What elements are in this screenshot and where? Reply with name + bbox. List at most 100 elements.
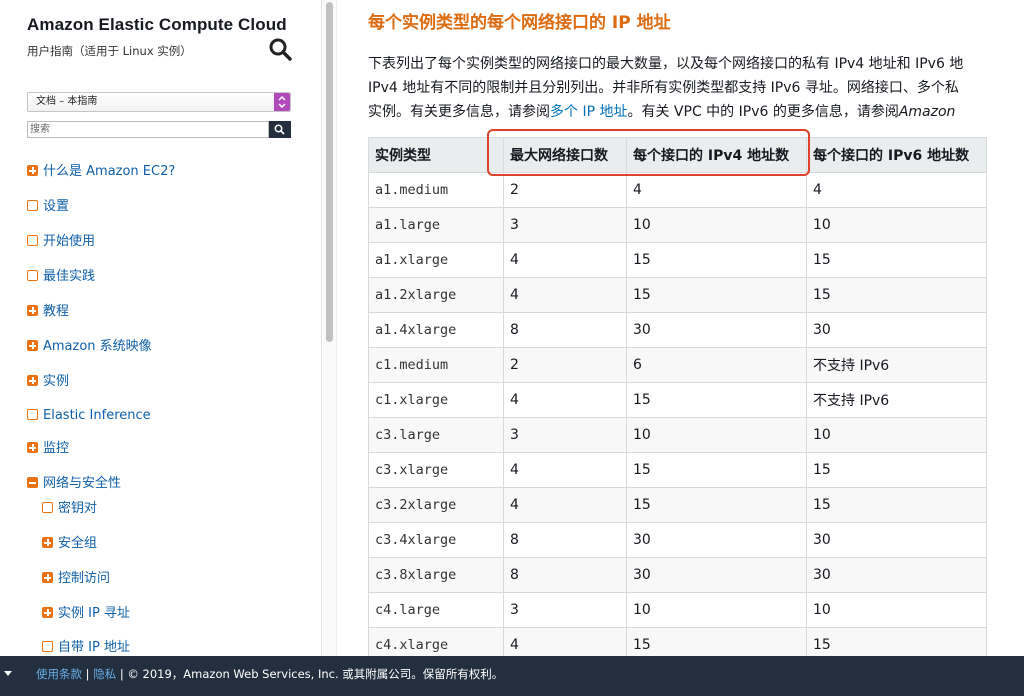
main-content: 每个实例类型的每个网络接口的 IP 地址 下表列出了每个实例类型的网络接口的最大… — [337, 0, 1024, 656]
nav-item-security-groups[interactable]: 安全组 — [42, 534, 97, 554]
cell-instance-type: c3.2xlarge — [368, 487, 504, 523]
table-row: a1.medium 2 4 4 — [368, 172, 987, 208]
expand-icon[interactable] — [27, 305, 38, 316]
cell-ipv6: 30 — [806, 522, 987, 558]
select-arrows-icon[interactable] — [274, 93, 290, 111]
collapse-icon[interactable] — [27, 477, 38, 488]
table-row: a1.large 3 10 10 — [368, 207, 987, 243]
cell-ipv6: 10 — [806, 592, 987, 628]
page-heading: 每个实例类型的每个网络接口的 IP 地址 — [368, 13, 671, 33]
nav-item-access-control[interactable]: 控制访问 — [42, 569, 110, 589]
cell-ipv4: 10 — [626, 417, 807, 453]
chevron-down-icon[interactable] — [4, 671, 12, 676]
cell-ipv4: 30 — [626, 312, 807, 348]
cell-ipv4: 15 — [626, 382, 807, 418]
expand-icon[interactable] — [42, 607, 53, 618]
col-max-interfaces: 最大网络接口数 — [503, 137, 627, 173]
sidebar: Amazon Elastic Compute Cloud 用户指南（适用于 Li… — [0, 0, 322, 656]
footer: 使用条款 | 隐私 | © 2019，Amazon Web Services, … — [0, 656, 1024, 696]
intro-line-1: 下表列出了每个实例类型的网络接口的最大数量，以及每个网络接口的私有 IPv4 地… — [368, 56, 964, 72]
nav-item-network-security[interactable]: 网络与安全性 — [27, 474, 121, 494]
nav-item-byoip[interactable]: 自带 IP 地址 — [42, 638, 130, 656]
expand-icon[interactable] — [42, 572, 53, 583]
terms-link[interactable]: 使用条款 — [36, 667, 82, 681]
cell-instance-type: c1.xlarge — [368, 382, 504, 418]
table-row: c3.8xlarge 8 30 30 — [368, 557, 987, 593]
table-row: c3.large 3 10 10 — [368, 417, 987, 453]
nav-item-setup[interactable]: 设置 — [27, 197, 69, 217]
cell-max-interfaces: 8 — [503, 312, 627, 348]
cell-ipv6: 30 — [806, 312, 987, 348]
page-icon — [27, 235, 38, 246]
expand-icon[interactable] — [27, 165, 38, 176]
expand-icon[interactable] — [27, 442, 38, 453]
cell-ipv6: 15 — [806, 452, 987, 488]
nav-item-amis[interactable]: Amazon 系统映像 — [27, 337, 152, 357]
cell-max-interfaces: 4 — [503, 382, 627, 418]
cell-ipv6: 10 — [806, 207, 987, 243]
search-button[interactable] — [269, 121, 291, 138]
expand-icon[interactable] — [27, 340, 38, 351]
col-ipv6-per-interface: 每个接口的 IPv6 地址数 — [806, 137, 987, 173]
table-row: c1.medium 2 6 不支持 IPv6 — [368, 347, 987, 383]
nav-item-ip-addressing[interactable]: 实例 IP 寻址 — [42, 604, 130, 624]
cell-max-interfaces: 4 — [503, 452, 627, 488]
table-row: a1.xlarge 4 15 15 — [368, 242, 987, 278]
expand-icon[interactable] — [42, 537, 53, 548]
cell-instance-type: a1.large — [368, 207, 504, 243]
table-row: c4.large 3 10 10 — [368, 592, 987, 628]
cell-ipv4: 15 — [626, 487, 807, 523]
privacy-link[interactable]: 隐私 — [93, 667, 116, 681]
footer-text: 使用条款 | 隐私 | © 2019，Amazon Web Services, … — [36, 667, 504, 681]
nav-item-tutorials[interactable]: 教程 — [27, 302, 69, 322]
scrollbar-thumb[interactable] — [326, 2, 333, 342]
nav-item-key-pairs[interactable]: 密钥对 — [42, 499, 97, 519]
intro-line-2: IPv4 地址有不同的限制并且分别列出。并非所有实例类型都支持 IPv6 寻址。… — [368, 80, 959, 96]
expand-icon[interactable] — [27, 375, 38, 386]
nav-item-elastic-inference[interactable]: Elastic Inference — [27, 406, 151, 426]
search-input[interactable]: 搜索 — [27, 121, 269, 138]
cell-ipv4: 15 — [626, 277, 807, 313]
nav-item-monitoring[interactable]: 监控 — [27, 439, 69, 459]
intro-line-3: 实例。有关更多信息，请参阅多个 IP 地址。有关 VPC 中的 IPv6 的更多… — [368, 104, 956, 120]
cell-ipv4: 15 — [626, 627, 807, 656]
table-row: c3.2xlarge 4 15 15 — [368, 487, 987, 523]
cell-instance-type: c3.8xlarge — [368, 557, 504, 593]
sidebar-scrollbar[interactable] — [323, 0, 337, 656]
amazon-vpc-ref[interactable]: Amazon — [899, 104, 956, 120]
search-icon[interactable] — [268, 37, 292, 61]
cell-max-interfaces: 3 — [503, 417, 627, 453]
cell-ipv6: 15 — [806, 242, 987, 278]
cell-instance-type: c4.xlarge — [368, 627, 504, 656]
col-instance-type: 实例类型 — [368, 137, 504, 173]
table-row: c3.xlarge 4 15 15 — [368, 452, 987, 488]
doc-scope-value: 文档 – 本指南 — [36, 96, 98, 107]
cell-ipv6: 15 — [806, 627, 987, 656]
cell-ipv6: 15 — [806, 487, 987, 523]
cell-max-interfaces: 8 — [503, 557, 627, 593]
cell-ipv4: 30 — [626, 557, 807, 593]
cell-max-interfaces: 2 — [503, 172, 627, 208]
page-icon — [27, 409, 38, 420]
cell-instance-type: c3.xlarge — [368, 452, 504, 488]
cell-ipv6: 不支持 IPv6 — [806, 382, 987, 418]
copyright: | © 2019，Amazon Web Services, Inc. 或其附属公… — [116, 667, 504, 681]
nav-item-best-practices[interactable]: 最佳实践 — [27, 267, 95, 287]
cell-instance-type: c4.large — [368, 592, 504, 628]
doc-scope-select[interactable]: 文档 – 本指南 — [27, 92, 291, 112]
nav-item-what-is-ec2[interactable]: 什么是 Amazon EC2? — [27, 162, 175, 182]
cell-max-interfaces: 4 — [503, 277, 627, 313]
guide-subtitle: 用户指南（适用于 Linux 实例） — [27, 44, 192, 58]
page-icon — [42, 502, 53, 513]
cell-ipv4: 6 — [626, 347, 807, 383]
cell-max-interfaces: 2 — [503, 347, 627, 383]
cell-max-interfaces: 4 — [503, 487, 627, 523]
multiple-ip-link[interactable]: 多个 IP 地址 — [550, 104, 627, 120]
cell-ipv4: 10 — [626, 592, 807, 628]
cell-ipv6: 30 — [806, 557, 987, 593]
nav-item-instances[interactable]: 实例 — [27, 372, 69, 392]
nav-item-getting-started[interactable]: 开始使用 — [27, 232, 95, 252]
page-icon — [27, 200, 38, 211]
guide-title[interactable]: Amazon Elastic Compute Cloud — [27, 15, 287, 35]
cell-instance-type: a1.2xlarge — [368, 277, 504, 313]
